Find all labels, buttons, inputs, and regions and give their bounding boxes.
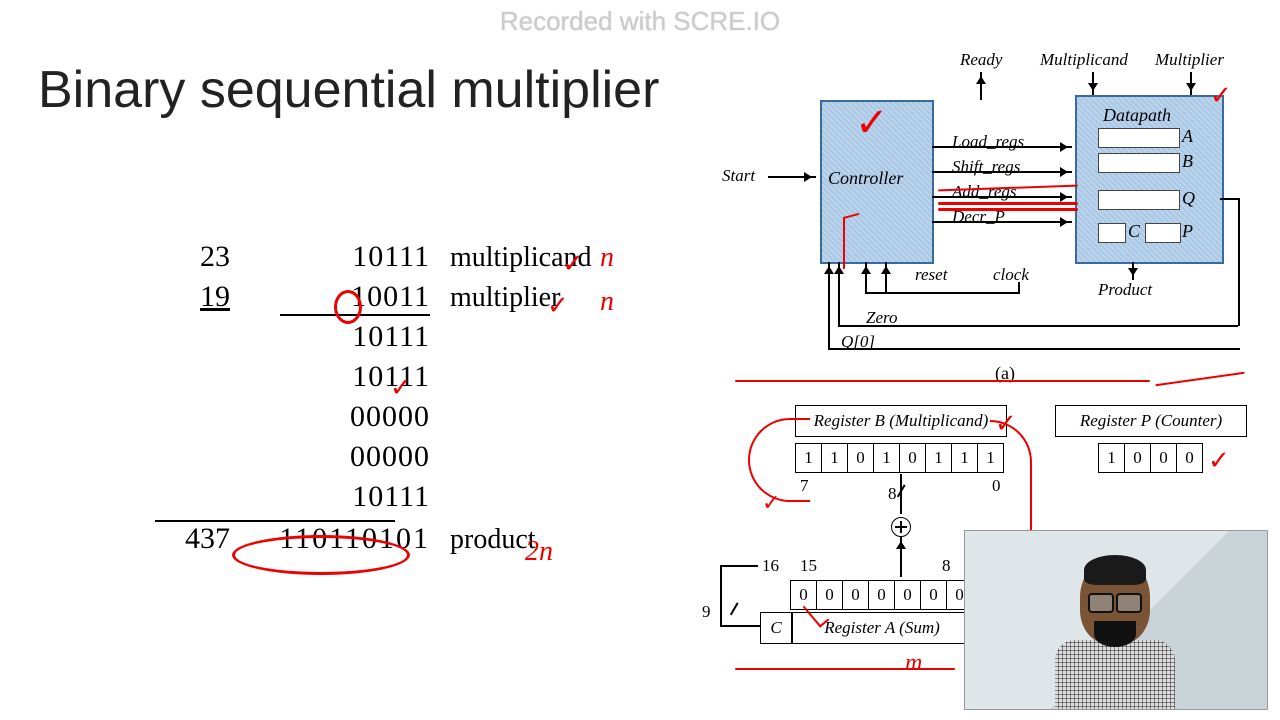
- webcam-overlay: [964, 530, 1268, 710]
- line: [1018, 282, 1020, 293]
- partial-1: 10111: [280, 360, 445, 394]
- red-underline: [735, 380, 1150, 382]
- multiplier-label: Multiplier: [1155, 50, 1224, 70]
- ann-2n: 2n: [525, 536, 553, 568]
- check-icon: ✓: [547, 290, 569, 321]
- arrow-icon: [932, 221, 1072, 223]
- start-label: Start: [722, 166, 755, 186]
- watermark: Recorded with SCRE.IO: [0, 6, 1280, 37]
- regB-bits: 11010111: [795, 443, 1004, 473]
- red-line: [938, 202, 1078, 205]
- dec-multiplicand: 23: [170, 240, 230, 274]
- reg-b: [1098, 153, 1180, 173]
- ann-n: n: [600, 286, 614, 318]
- label-product: product: [450, 524, 536, 556]
- arrow-icon: [1190, 72, 1192, 95]
- reg-q-label: Q: [1182, 188, 1195, 209]
- idx15: 15: [800, 556, 817, 576]
- line: [865, 292, 1020, 294]
- reset-label: reset: [915, 265, 947, 285]
- line: [720, 625, 760, 627]
- sig-load: Load_regs: [952, 132, 1024, 152]
- page-title: Binary sequential multiplier: [38, 60, 659, 120]
- ann-scribble: m: [905, 650, 922, 677]
- reg-p: [1145, 223, 1181, 243]
- arrow-icon: [900, 537, 902, 577]
- c-box: C: [760, 612, 792, 644]
- slash8: 8: [888, 484, 897, 504]
- arrow-icon: [838, 262, 840, 326]
- partial-2: 00000: [280, 400, 460, 434]
- reg-p-label: P: [1182, 221, 1193, 242]
- red-arrow: [843, 213, 859, 269]
- ann-n: n: [600, 242, 614, 274]
- datapath-label: Datapath: [1103, 105, 1171, 126]
- controller-label: Controller: [828, 168, 903, 189]
- multiplication-work: 23 10111 multiplicand 19 10011 multiplie…: [170, 240, 592, 562]
- check-icon: ✓: [1210, 80, 1232, 111]
- arrow-icon: [932, 171, 1072, 173]
- ready-label: Ready: [960, 50, 1002, 70]
- bin-multiplicand: 10111: [280, 240, 430, 274]
- check-icon: ✓: [390, 372, 412, 403]
- presenter: [1055, 559, 1175, 710]
- line: [1238, 198, 1240, 326]
- arrow-icon: [885, 262, 887, 292]
- arrow-icon: [768, 176, 816, 178]
- sig-add: Add_regs: [952, 182, 1017, 202]
- reg-a: [1098, 128, 1180, 148]
- dec-multiplier: 19: [170, 280, 230, 314]
- reg-q: [1098, 190, 1180, 210]
- sig-shift: Shift_regs: [952, 157, 1020, 177]
- line: [1220, 198, 1238, 200]
- slash-icon: [730, 602, 738, 615]
- line: [720, 565, 722, 627]
- line: [828, 348, 1240, 350]
- reg-b-label: B: [1182, 151, 1193, 172]
- reg-c: [1098, 223, 1126, 243]
- idx9: 9: [702, 602, 711, 622]
- regP-bits: 1000: [1098, 443, 1203, 473]
- clock-label: clock: [993, 265, 1029, 285]
- line: [720, 565, 758, 567]
- check-icon: ✓: [562, 248, 584, 279]
- arrow-icon: [932, 146, 1072, 148]
- regB-box: Register B (Multiplicand): [795, 405, 1007, 437]
- idx16: 16: [762, 556, 779, 576]
- oval-ann: [232, 535, 410, 575]
- partial-0: 10111: [280, 320, 430, 354]
- red-line: [938, 208, 1078, 211]
- block-diagram-a: Controller Datapath A B Q C P Ready Mult…: [720, 50, 1260, 380]
- idx8b: 8: [942, 556, 951, 576]
- check-icon: ✓: [855, 100, 889, 146]
- multiplicand-label: Multiplicand: [1040, 50, 1128, 70]
- arrow-icon: [1132, 262, 1134, 280]
- check-icon: ✓: [1208, 445, 1230, 476]
- circle-ann: [334, 290, 362, 324]
- adder-icon: [891, 517, 911, 537]
- arrow-icon: [932, 196, 1072, 198]
- arrow-icon: [828, 262, 830, 349]
- arrow-icon: [980, 72, 982, 100]
- label-multiplier: multiplier: [450, 282, 560, 314]
- arrow-icon: [865, 262, 867, 292]
- reg-a-label: A: [1182, 126, 1193, 147]
- regP-box: Register P (Counter): [1055, 405, 1247, 437]
- dec-product: 437: [170, 522, 230, 556]
- arrow-icon: [1092, 72, 1094, 95]
- partial-4: 10111: [280, 480, 490, 514]
- line: [900, 474, 902, 514]
- reg-c-label: C: [1128, 221, 1140, 242]
- partial-3: 00000: [280, 440, 475, 474]
- line: [838, 325, 1238, 327]
- product-label: Product: [1098, 280, 1152, 300]
